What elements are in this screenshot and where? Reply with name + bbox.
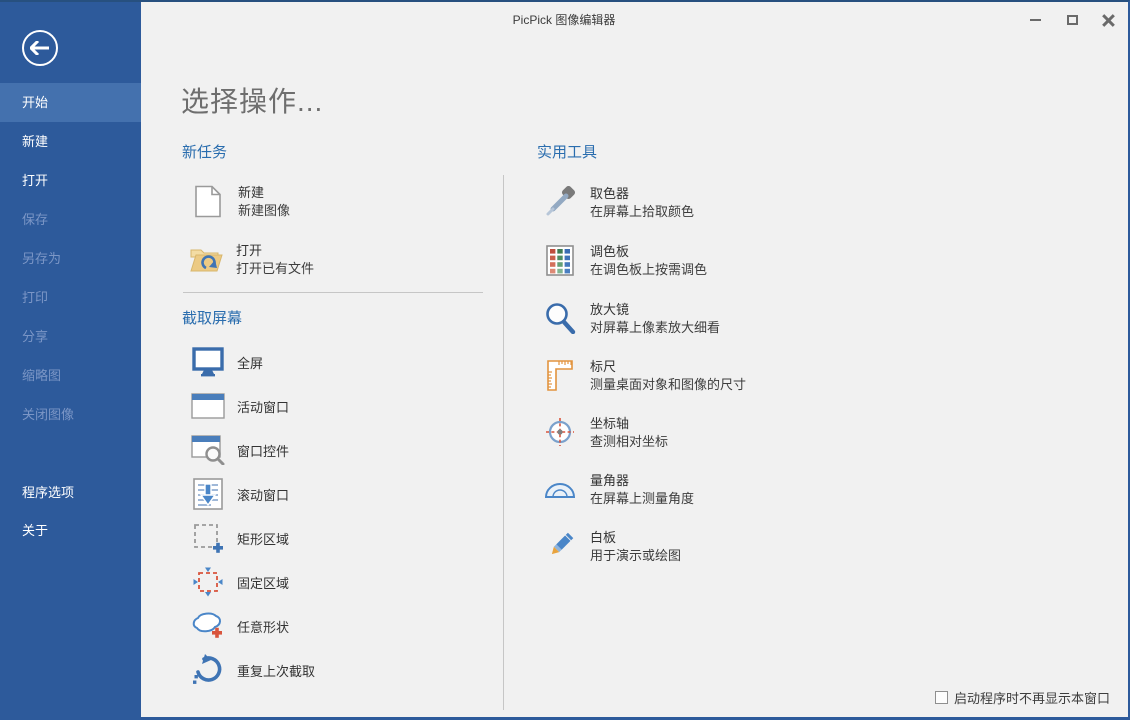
action-ruler[interactable]: 标尺 测量桌面对象和图像的尺寸 [543, 358, 746, 394]
action-color-picker[interactable]: 取色器 在屏幕上拾取颜色 [543, 185, 694, 221]
action-label: 任意形状 [237, 617, 289, 636]
action-title: 调色板 [590, 243, 707, 261]
open-folder-icon [189, 242, 223, 276]
minimize-icon [1030, 19, 1041, 21]
picpick-window: PicPick 图像编辑器 开始 新建 打开 保存 另存为 打印 分享 缩略图 … [0, 0, 1130, 720]
action-active-window[interactable]: 活动窗口 [191, 389, 289, 423]
maximize-icon [1067, 15, 1078, 25]
sidebar-item-share: 分享 [0, 317, 141, 356]
action-new[interactable]: 新建 新建图像 [191, 184, 290, 220]
magnifier-icon [543, 301, 577, 335]
sidebar-item-save: 保存 [0, 200, 141, 239]
sidebar-item-thumbnail: 缩略图 [0, 356, 141, 395]
repeat-capture-icon [191, 653, 225, 687]
section-header-screen-capture: 截取屏幕 [182, 307, 242, 328]
maximize-button[interactable] [1057, 8, 1087, 32]
fixed-region-icon [191, 565, 225, 599]
action-label: 窗口控件 [237, 441, 289, 460]
action-title: 坐标轴 [590, 415, 668, 433]
action-label: 固定区域 [237, 573, 289, 592]
sidebar-item-about[interactable]: 关于 [0, 511, 141, 550]
action-scrolling-window[interactable]: 滚动窗口 [191, 477, 289, 511]
action-title: 打开 [236, 242, 314, 260]
startup-checkbox[interactable]: 启动程序时不再显示本窗口 [935, 688, 1110, 707]
sidebar: 开始 新建 打开 保存 另存为 打印 分享 缩略图 关闭图像 程序选项 关于 [0, 2, 141, 717]
color-picker-icon [543, 185, 577, 219]
minimize-button[interactable] [1020, 8, 1050, 32]
ruler-icon [543, 358, 577, 392]
action-label: 滚动窗口 [237, 485, 289, 504]
whiteboard-pen-icon [543, 529, 577, 563]
action-subtitle: 在屏幕上拾取颜色 [590, 203, 694, 221]
checkbox-label: 启动程序时不再显示本窗口 [954, 688, 1110, 707]
rectangle-region-icon [191, 521, 225, 555]
action-window-control[interactable]: 窗口控件 [191, 433, 289, 467]
action-label: 矩形区域 [237, 529, 289, 548]
action-open[interactable]: 打开 打开已有文件 [189, 242, 314, 278]
action-fixed-region[interactable]: 固定区域 [191, 565, 289, 599]
section-header-new-tasks: 新任务 [182, 141, 227, 162]
action-subtitle: 在屏幕上测量角度 [590, 490, 694, 508]
close-button[interactable] [1093, 8, 1123, 32]
action-label: 全屏 [237, 353, 263, 372]
action-subtitle: 对屏幕上像素放大细看 [590, 319, 720, 337]
action-subtitle: 测量桌面对象和图像的尺寸 [590, 376, 746, 394]
action-label: 重复上次截取 [237, 661, 315, 680]
back-button[interactable] [22, 30, 58, 66]
action-fullscreen[interactable]: 全屏 [191, 345, 263, 379]
action-title: 新建 [238, 184, 290, 202]
action-whiteboard[interactable]: 白板 用于演示或绘图 [543, 529, 681, 565]
action-title: 标尺 [590, 358, 746, 376]
action-subtitle: 新建图像 [238, 202, 290, 220]
sidebar-item-new[interactable]: 新建 [0, 122, 141, 161]
action-freehand-region[interactable]: 任意形状 [191, 609, 289, 643]
protractor-icon [543, 472, 577, 506]
sidebar-item-close-image: 关闭图像 [0, 395, 141, 434]
scrolling-window-icon [191, 477, 225, 511]
sidebar-item-print: 打印 [0, 278, 141, 317]
page-title: 选择操作... [181, 80, 323, 120]
action-label: 活动窗口 [237, 397, 289, 416]
action-title: 取色器 [590, 185, 694, 203]
sidebar-item-save-as: 另存为 [0, 239, 141, 278]
action-magnifier[interactable]: 放大镜 对屏幕上像素放大细看 [543, 301, 720, 337]
checkbox-box-icon[interactable] [935, 691, 948, 704]
sidebar-item-start[interactable]: 开始 [0, 83, 141, 122]
sidebar-item-options[interactable]: 程序选项 [0, 473, 141, 512]
action-repeat-last-capture[interactable]: 重复上次截取 [191, 653, 315, 687]
new-document-icon [191, 184, 225, 218]
sidebar-item-open[interactable]: 打开 [0, 161, 141, 200]
window-control-icon [191, 433, 225, 467]
section-header-tools: 实用工具 [537, 141, 597, 162]
action-subtitle: 查测相对坐标 [590, 433, 668, 451]
crosshair-icon [543, 415, 577, 449]
close-icon [1102, 14, 1114, 26]
action-rectangle-region[interactable]: 矩形区域 [191, 521, 289, 555]
divider-horizontal [183, 292, 483, 293]
action-protractor[interactable]: 量角器 在屏幕上测量角度 [543, 472, 694, 508]
action-title: 放大镜 [590, 301, 720, 319]
fullscreen-monitor-icon [191, 345, 225, 379]
action-subtitle: 打开已有文件 [236, 260, 314, 278]
action-subtitle: 用于演示或绘图 [590, 547, 681, 565]
back-arrow-icon [30, 41, 50, 55]
divider-vertical [503, 175, 504, 710]
action-subtitle: 在调色板上按需调色 [590, 261, 707, 279]
active-window-icon [191, 389, 225, 423]
freehand-region-icon [191, 609, 225, 643]
action-color-palette[interactable]: 调色板 在调色板上按需调色 [543, 243, 707, 279]
window-title: PicPick 图像编辑器 [0, 11, 1128, 28]
action-title: 量角器 [590, 472, 694, 490]
action-title: 白板 [590, 529, 681, 547]
action-crosshair[interactable]: 坐标轴 查测相对坐标 [543, 415, 668, 451]
color-palette-icon [543, 243, 577, 277]
